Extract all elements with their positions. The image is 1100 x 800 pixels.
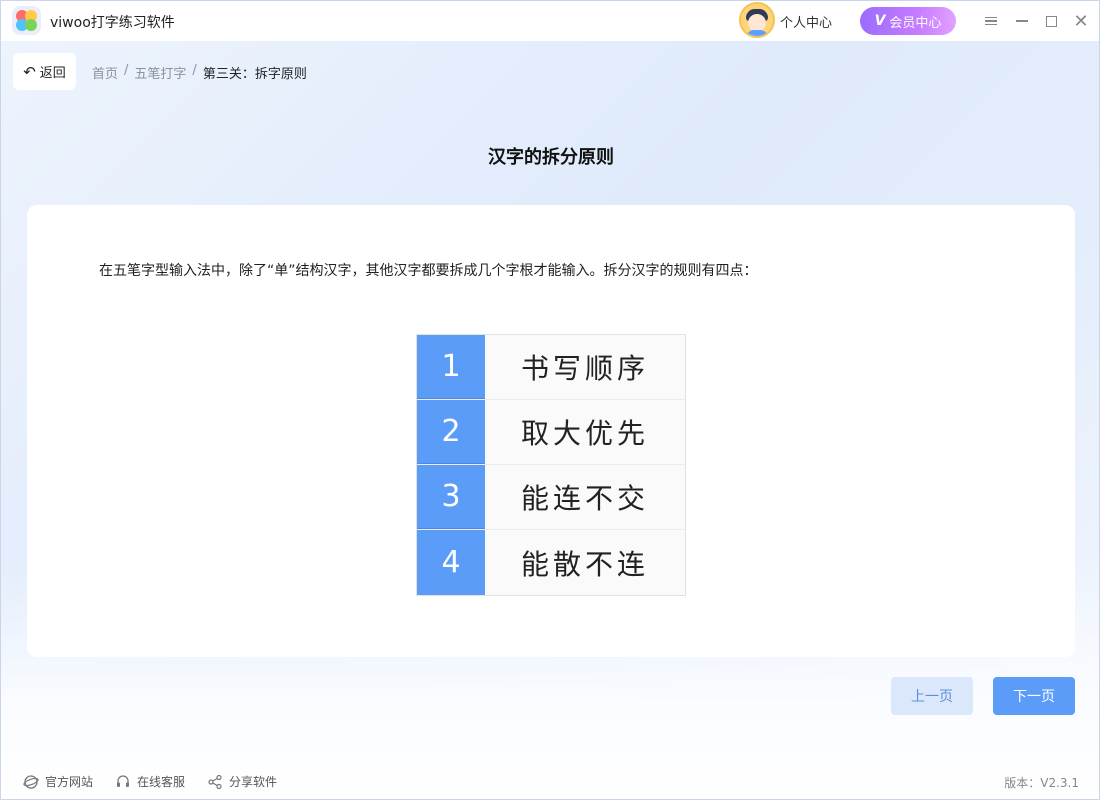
intro-text: 在五笔字型输入法中，除了“单”结构汉字，其他汉字都要拆成几个字根才能输入。拆分汉…: [99, 263, 758, 279]
footer-support-link[interactable]: 在线客服: [115, 773, 185, 790]
rule-row: 4 能散不连: [417, 530, 685, 595]
share-icon: [207, 774, 223, 790]
rule-text: 能散不连: [485, 530, 685, 595]
prev-page-button[interactable]: 上一页: [891, 677, 973, 715]
minimize-icon[interactable]: [1012, 11, 1032, 31]
rule-text: 能连不交: [485, 465, 685, 529]
breadcrumb-wubi[interactable]: 五笔打字: [134, 63, 186, 82]
rule-number: 2: [417, 400, 485, 464]
back-label: 返回: [39, 66, 66, 81]
footer-share-link[interactable]: 分享软件: [207, 773, 277, 790]
app-title: viwoo打字练习软件: [50, 15, 175, 31]
globe-icon: [23, 774, 39, 790]
rule-row: 1 书写顺序: [417, 335, 685, 400]
footer-website-label: 官方网站: [45, 775, 94, 789]
rule-number: 3: [417, 465, 485, 529]
vip-label: 会员中心: [889, 15, 942, 31]
app-logo-icon: [12, 6, 41, 35]
rule-number: 1: [417, 335, 485, 399]
footer-website-link[interactable]: 官方网站: [23, 773, 93, 790]
rule-row: 3 能连不交: [417, 465, 685, 530]
menu-icon[interactable]: [981, 11, 1001, 31]
back-button[interactable]: ↶ 返回: [13, 53, 76, 90]
next-page-button[interactable]: 下一页: [993, 677, 1075, 715]
breadcrumb-home[interactable]: 首页: [92, 63, 118, 82]
undo-arrow-icon: ↶: [23, 62, 36, 81]
rule-text: 书写顺序: [485, 335, 685, 399]
footer-share-label: 分享软件: [229, 775, 278, 789]
breadcrumb: 首页 / 五笔打字 / 第三关：拆字原则: [92, 63, 307, 82]
content-card: 在五笔字型输入法中，除了“单”结构汉字，其他汉字都要拆成几个字根才能输入。拆分汉…: [27, 205, 1075, 657]
breadcrumb-separator: /: [124, 63, 129, 78]
rule-row: 2 取大优先: [417, 400, 685, 465]
breadcrumb-current: 第三关：拆字原则: [202, 67, 307, 82]
vip-icon: V: [874, 13, 886, 29]
page-title: 汉字的拆分原则: [488, 147, 614, 168]
rule-number: 4: [417, 530, 485, 595]
footer-support-label: 在线客服: [137, 775, 186, 789]
maximize-icon[interactable]: [1041, 11, 1061, 31]
avatar[interactable]: [739, 2, 775, 38]
app-window: viwoo打字练习软件 个人中心 V 会员中心 ✕ ↶ 返回 首页 / 五笔打字…: [0, 0, 1100, 800]
breadcrumb-separator: /: [192, 63, 197, 78]
version-label: 版本：V2.3.1: [1004, 776, 1079, 790]
profile-link[interactable]: 个人中心: [780, 12, 832, 31]
rules-table: 1 书写顺序 2 取大优先 3 能连不交 4 能散不连: [416, 334, 686, 596]
close-icon[interactable]: ✕: [1071, 11, 1091, 32]
rule-text: 取大优先: [485, 400, 685, 464]
vip-center-button[interactable]: V 会员中心: [860, 7, 956, 35]
headset-icon: [115, 774, 131, 790]
title-bar: viwoo打字练习软件 个人中心 V 会员中心 ✕: [1, 1, 1099, 41]
